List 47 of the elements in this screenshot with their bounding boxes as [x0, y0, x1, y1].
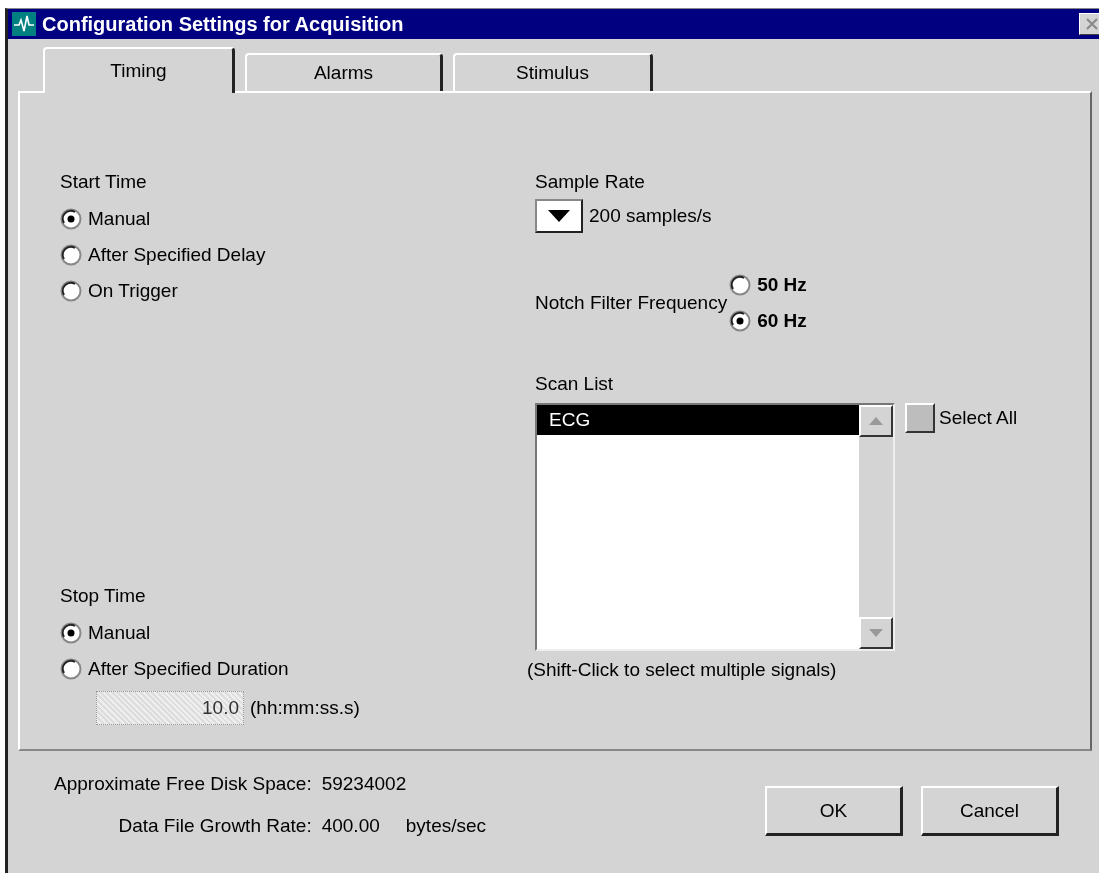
sample-rate-value: 200 samples/s [589, 205, 712, 227]
checkbox[interactable] [905, 403, 935, 433]
scroll-down-button[interactable] [859, 617, 893, 649]
radio-button[interactable] [60, 244, 82, 266]
scroll-up-button[interactable] [859, 405, 893, 437]
unit-label: (hh:mm:ss.s) [250, 697, 360, 719]
group-label: Start Time [60, 171, 148, 193]
radio-label[interactable]: Manual [88, 208, 151, 230]
checkbox-label[interactable]: Select All [939, 407, 1018, 429]
status-label: Data File Growth Rate: [117, 815, 312, 837]
tab[interactable]: Alarms [245, 53, 443, 91]
signal-list[interactable]: ECG [535, 403, 895, 651]
group-label: Stop Time [60, 585, 147, 607]
status-unit: bytes/sec [405, 815, 487, 837]
status-value: 59234002 [321, 773, 407, 795]
close-button[interactable] [1079, 13, 1099, 35]
caret-icon [548, 210, 570, 222]
radio-button[interactable] [60, 622, 82, 644]
radio-label[interactable]: Manual [88, 622, 151, 644]
radio-label[interactable]: After Specified Delay [88, 244, 266, 266]
radio-label[interactable]: After Specified Duration [88, 658, 289, 680]
dialog-button[interactable]: OK [765, 786, 903, 836]
field-label: Scan List [535, 373, 615, 395]
close-icon [1085, 17, 1099, 31]
hint-text: (Shift-Click to select multiple signals) [527, 659, 838, 681]
radio-button[interactable] [60, 658, 82, 680]
radio-button[interactable] [60, 280, 82, 302]
waveform-icon [12, 12, 36, 36]
dropdown-button[interactable] [535, 199, 583, 233]
radio-button[interactable] [60, 208, 82, 230]
radio-label[interactable]: On Trigger [88, 280, 178, 302]
field-label: Sample Rate [535, 171, 646, 193]
up-arrow-icon [869, 417, 883, 425]
status-label: Approximate Free Disk Space: [54, 773, 312, 795]
status-value: 400.00 [321, 815, 380, 837]
down-arrow-icon [869, 629, 883, 637]
list-item[interactable]: ECG [537, 405, 859, 435]
field-label: Notch Filter Frequency [535, 292, 728, 314]
tab[interactable]: Stimulus [453, 53, 653, 91]
tab[interactable]: Timing [43, 47, 235, 93]
radio-label[interactable]: 50 Hz [757, 274, 807, 296]
radio-button[interactable] [729, 310, 752, 332]
radio-button[interactable] [729, 274, 752, 296]
window-title: Configuration Settings for Acquisition [42, 12, 404, 36]
scrollbar[interactable] [859, 405, 893, 649]
radio-label[interactable]: 60 Hz [757, 310, 807, 332]
dialog-button[interactable]: Cancel [921, 786, 1059, 836]
